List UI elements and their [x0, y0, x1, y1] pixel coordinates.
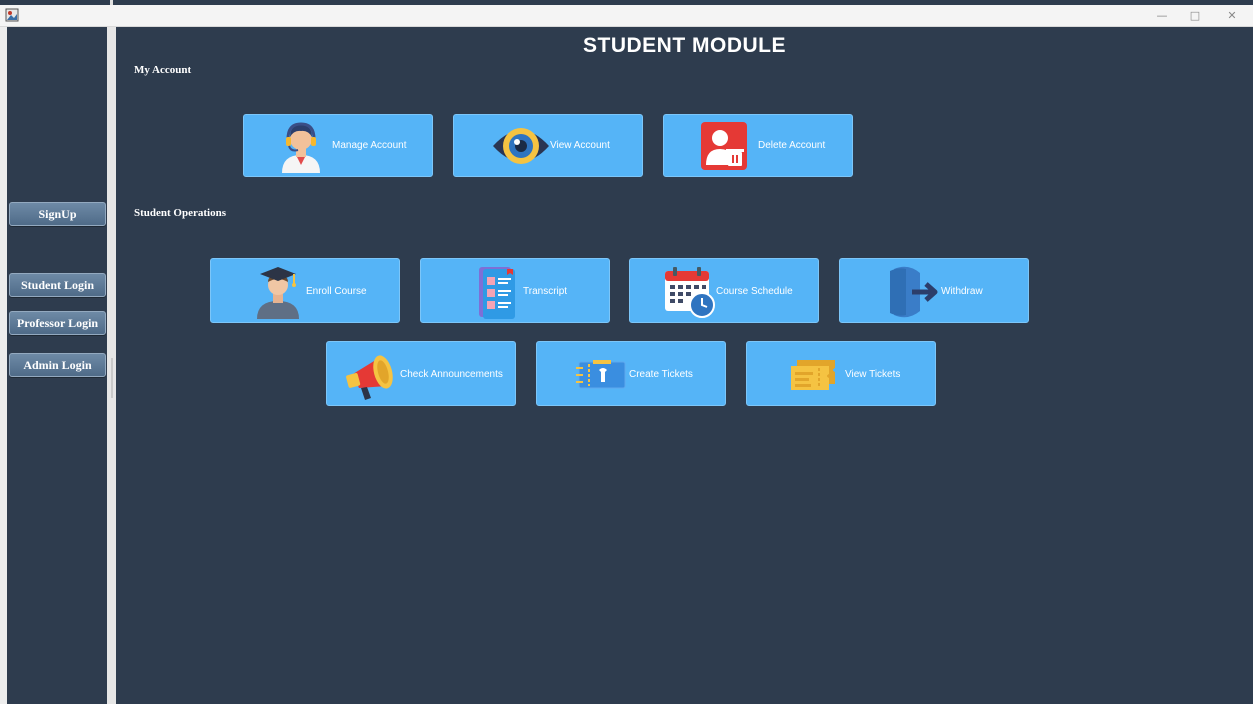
sidebar-edge: [0, 27, 7, 704]
view-account-button[interactable]: View Account: [453, 114, 643, 177]
course-schedule-label: Course Schedule: [716, 286, 793, 297]
delete-user-icon: [701, 122, 747, 170]
page-title: STUDENT MODULE: [583, 34, 786, 57]
withdraw-button[interactable]: Withdraw: [839, 258, 1029, 323]
divider-grip[interactable]: [111, 358, 113, 398]
support-agent-icon: [282, 122, 320, 173]
tickets-icon: [791, 360, 835, 390]
create-tickets-button[interactable]: Create Tickets: [536, 341, 726, 406]
window-titlebar: — □ ✕: [0, 5, 1253, 27]
my-account-heading: My Account: [134, 64, 192, 76]
enroll-course-button[interactable]: Enroll Course: [210, 258, 400, 323]
ticket-tools-icon: [576, 360, 626, 389]
create-tickets-label: Create Tickets: [629, 369, 693, 380]
close-icon[interactable]: ✕: [1222, 7, 1242, 25]
transcript-button[interactable]: Transcript: [420, 258, 610, 323]
student-login-button[interactable]: Student Login: [9, 273, 106, 297]
calendar-icon: [665, 267, 715, 318]
restore-icon[interactable]: □: [1185, 7, 1205, 25]
megaphone-icon: [346, 355, 393, 400]
admin-login-button[interactable]: Admin Login: [9, 353, 106, 377]
java-app-icon: [5, 8, 19, 22]
signup-button[interactable]: SignUp: [9, 202, 106, 226]
professor-login-button[interactable]: Professor Login: [9, 311, 106, 335]
check-announcements-label: Check Announcements: [400, 369, 503, 380]
course-schedule-button[interactable]: Course Schedule: [629, 258, 819, 323]
enroll-course-label: Enroll Course: [306, 286, 367, 297]
delete-account-label: Delete Account: [758, 140, 826, 151]
student-operations-heading: Student Operations: [134, 207, 226, 219]
delete-account-button[interactable]: Delete Account: [663, 114, 853, 177]
view-tickets-button[interactable]: View Tickets: [746, 341, 936, 406]
view-account-label: View Account: [550, 140, 610, 151]
minimize-icon[interactable]: —: [1152, 7, 1172, 25]
eye-icon: [493, 128, 549, 164]
view-tickets-label: View Tickets: [845, 369, 901, 380]
transcript-label: Transcript: [523, 286, 568, 297]
manage-account-label: Manage Account: [332, 140, 407, 151]
withdraw-label: Withdraw: [941, 286, 983, 297]
transcript-icon: [479, 267, 515, 319]
graduate-student-icon: [257, 267, 299, 319]
manage-account-button[interactable]: Manage Account: [243, 114, 433, 177]
exit-door-icon: [890, 266, 938, 318]
check-announcements-button[interactable]: Check Announcements: [326, 341, 516, 406]
split-divider[interactable]: [107, 27, 116, 704]
